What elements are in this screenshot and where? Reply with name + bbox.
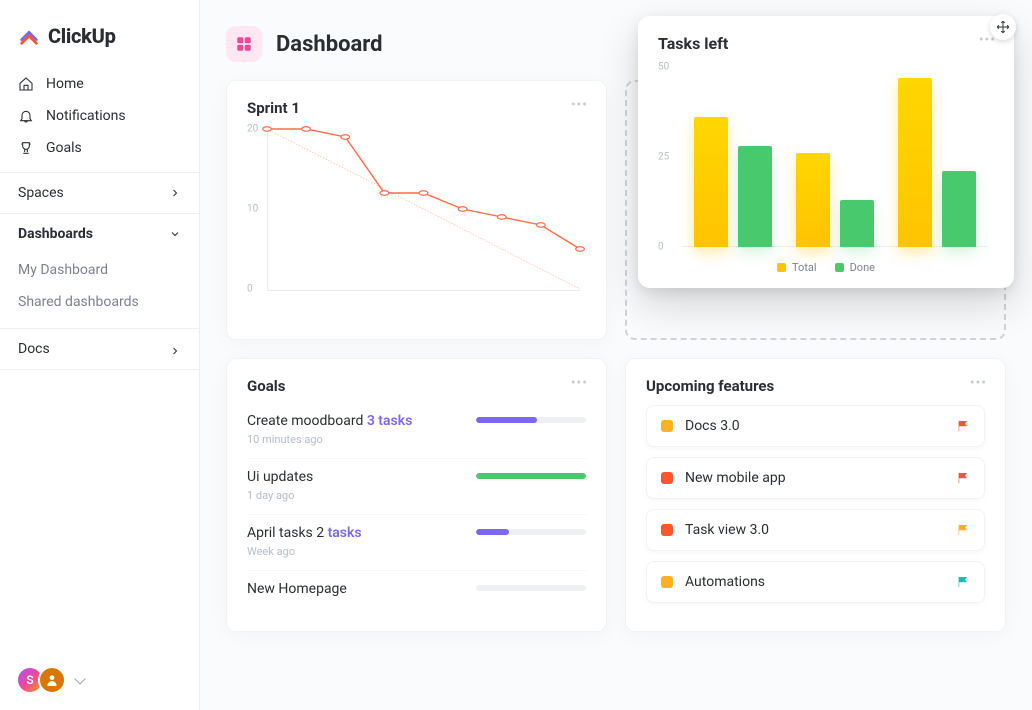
flag-icon [956,419,970,433]
nav-list: Home Notifications Goals [0,68,199,172]
bar-done [942,171,976,247]
y-tick: 0 [658,242,664,253]
move-icon [996,20,1010,34]
section-spaces[interactable]: Spaces [0,172,199,213]
nav-goals[interactable]: Goals [0,132,199,164]
y-tick: 0 [247,284,253,295]
goal-row[interactable]: Create moodboard 3 tasks 10 minutes ago [247,403,586,459]
goal-meta: 1 day ago [247,489,462,502]
goal-name: New Homepage [247,581,462,597]
goal-progress [476,473,586,479]
dashboards-sub-list: My Dashboard Shared dashboards [0,254,199,328]
card-upcoming: Upcoming features ••• Docs 3.0 New mobile… [625,358,1006,632]
bar-total [796,153,830,247]
card-goals-title: Goals [247,377,586,395]
sprint-chart-area [267,129,580,289]
y-tick: 25 [658,152,669,163]
card-sprint: Sprint 1 ••• 0 10 20 [226,80,607,340]
legend-total: Total [777,261,817,274]
chart-x-axis [267,290,580,291]
sidebar-footer: S [0,650,199,710]
page-title: Dashboard [276,32,383,57]
flag-icon [956,523,970,537]
goal-meta: 10 minutes ago [247,433,462,446]
nav-home[interactable]: Home [0,68,199,100]
status-square-icon [661,524,673,536]
brand-logo-icon [18,25,40,47]
y-tick: 20 [247,124,258,135]
card-sprint-title: Sprint 1 [247,99,586,117]
feature-name: Docs 3.0 [685,418,944,434]
flag-icon [956,471,970,485]
avatar-stack[interactable]: S [16,666,66,694]
feature-name: Task view 3.0 [685,522,944,538]
goal-name: Create moodboard 3 tasks [247,413,462,429]
feature-row[interactable]: Docs 3.0 [646,405,985,447]
goal-progress [476,529,586,535]
chevron-right-icon [169,187,181,199]
status-square-icon [661,472,673,484]
card-upcoming-title: Upcoming features [646,377,985,395]
nav-home-label: Home [46,76,84,92]
y-tick: 50 [658,62,669,73]
y-tick: 10 [247,204,258,215]
legend-done: Done [835,261,875,274]
goal-row[interactable]: New Homepage [247,571,586,613]
flag-icon [956,575,970,589]
tasks-left-chart: 50 25 0 [658,61,994,251]
sidebar: ClickUp Home Notifications Goals Spaces … [0,0,200,710]
brand-name: ClickUp [48,24,116,48]
bell-icon [18,108,34,124]
nav-notifications[interactable]: Notifications [0,100,199,132]
dashboard-icon [226,26,262,62]
card-upcoming-menu[interactable]: ••• [970,375,987,391]
feature-row[interactable]: New mobile app [646,457,985,499]
move-handle[interactable] [990,14,1016,40]
bar-group [796,153,874,247]
chevron-right-icon [169,345,181,357]
card-tasks-left-title: Tasks left [658,34,994,53]
section-dashboards-label: Dashboards [18,226,93,242]
home-icon [18,76,34,92]
card-goals-menu[interactable]: ••• [571,375,588,391]
status-square-icon [661,420,673,432]
brand[interactable]: ClickUp [0,24,199,68]
goal-progress [476,585,586,591]
sub-shared-dashboards[interactable]: Shared dashboards [0,286,199,318]
section-dashboards[interactable]: Dashboards [0,213,199,254]
status-square-icon [661,576,673,588]
bar-group [898,78,976,247]
section-spaces-label: Spaces [18,185,64,201]
card-goals: Goals ••• Create moodboard 3 tasks 10 min… [226,358,607,632]
goal-progress [476,417,586,423]
caret-down-icon[interactable] [74,673,85,684]
feature-name: New mobile app [685,470,944,486]
goal-row[interactable]: Ui updates 1 day ago [247,459,586,515]
card-sprint-menu[interactable]: ••• [571,97,588,113]
goal-row[interactable]: April tasks 2 tasks Week ago [247,515,586,571]
goal-name: April tasks 2 tasks [247,525,462,541]
sub-my-dashboard[interactable]: My Dashboard [0,254,199,286]
tasks-left-legend: Total Done [658,261,994,274]
feature-name: Automations [685,574,944,590]
feature-row[interactable]: Automations [646,561,985,603]
bar-done [738,146,772,247]
bar-total [898,78,932,247]
trophy-icon [18,140,34,156]
avatar-user-2[interactable] [38,666,66,694]
goal-name: Ui updates [247,469,462,485]
sprint-chart: 0 10 20 [247,125,586,305]
chevron-down-icon [169,228,181,240]
goal-meta: Week ago [247,545,462,558]
app-root: ClickUp Home Notifications Goals Spaces … [0,0,1032,710]
bar-group [694,117,772,247]
bar-done [840,200,874,247]
nav-notifications-label: Notifications [46,108,126,124]
section-docs-label: Docs [18,341,50,357]
feature-row[interactable]: Task view 3.0 [646,509,985,551]
section-docs[interactable]: Docs [0,328,199,370]
card-tasks-left[interactable]: Tasks left ••• 50250 Total Done [638,16,1014,288]
nav-goals-label: Goals [46,140,82,156]
bar-total [694,117,728,247]
